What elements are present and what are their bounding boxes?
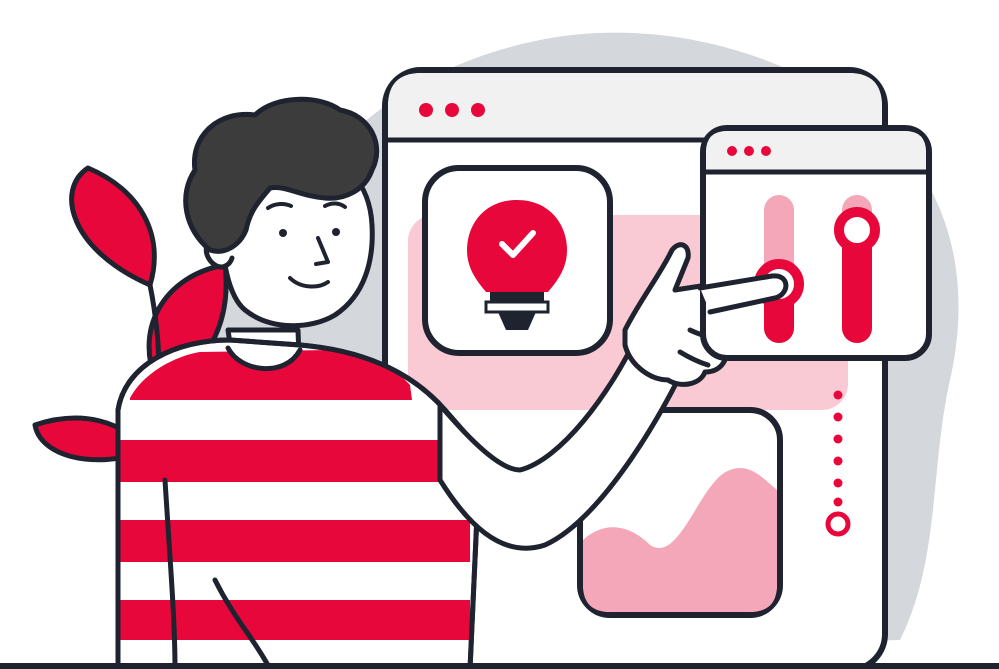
lightbulb-card [422,165,613,356]
striped-shirt [115,337,483,669]
slider-knob-right[interactable] [834,207,880,253]
settings-window [700,125,932,361]
leaf-top [69,165,157,288]
illustration-svg [0,32,999,669]
window-dots-icon [419,103,485,117]
person-eye-right [332,228,340,236]
illustration-scene [0,0,999,669]
settings-window-titlebar [706,131,926,172]
connector-end-ring [825,511,851,537]
person-eye-left [279,229,287,237]
window-dots-icon [727,146,771,156]
